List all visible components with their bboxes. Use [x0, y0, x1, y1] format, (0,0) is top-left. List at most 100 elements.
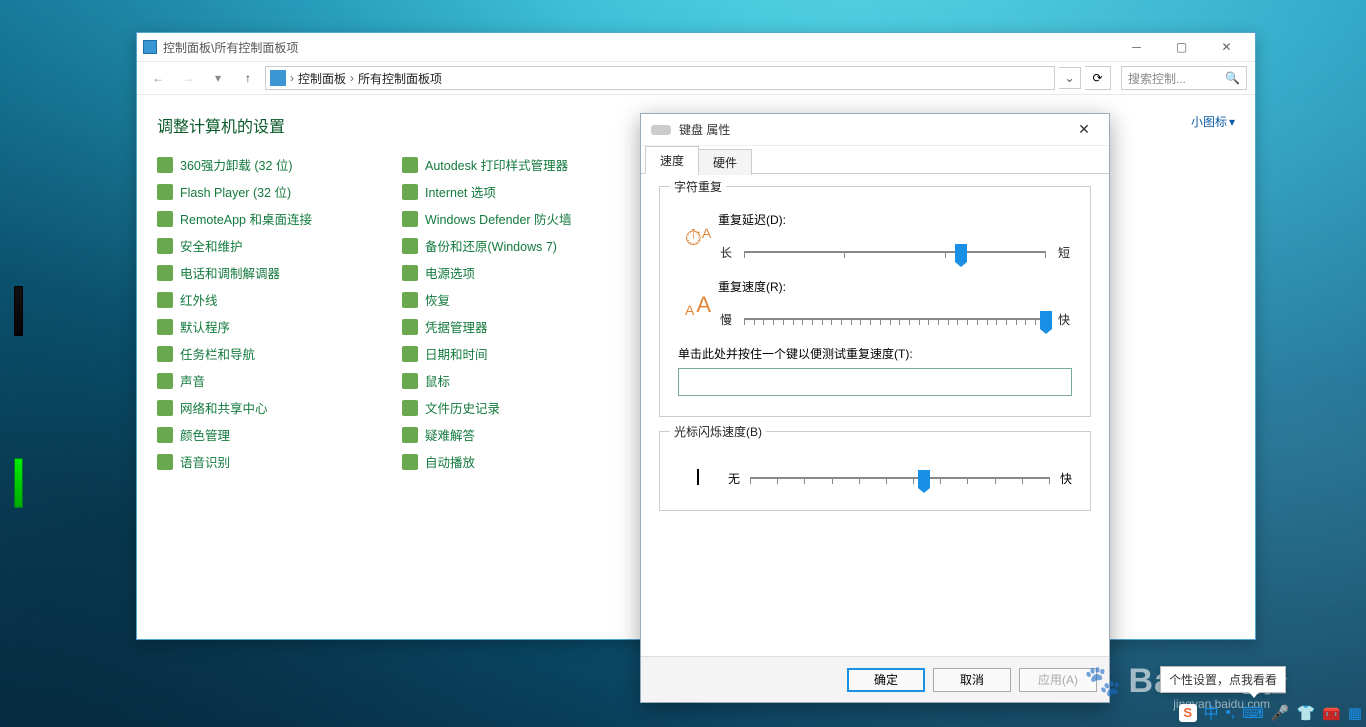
tray-keyboard-icon[interactable]: ⌨ [1242, 704, 1264, 722]
item-icon [402, 319, 418, 335]
tray-grid-icon[interactable]: ▦ [1348, 704, 1362, 722]
title-bar[interactable]: 控制面板\所有控制面板项 ─ ▢ ✕ [137, 33, 1255, 61]
refresh-button[interactable]: ⟳ [1085, 66, 1111, 90]
control-panel-item[interactable]: 默认程序 [157, 317, 312, 336]
control-panel-item[interactable]: 备份和还原(Windows 7) [402, 236, 572, 255]
slider-max-label: 快 [1060, 470, 1072, 487]
search-input[interactable]: 搜索控制... 🔍 [1121, 66, 1247, 90]
item-icon [402, 265, 418, 281]
item-label: 默认程序 [180, 317, 230, 336]
control-panel-item[interactable]: 网络和共享中心 [157, 398, 312, 417]
recent-dropdown[interactable]: ▾ [205, 65, 231, 91]
control-panel-item[interactable]: 恢复 [402, 290, 572, 309]
item-icon [157, 454, 173, 470]
slider-min-label: 无 [728, 470, 740, 487]
item-icon [402, 292, 418, 308]
cursor-blink-slider[interactable] [750, 466, 1050, 490]
item-icon [402, 373, 418, 389]
test-repeat-input[interactable] [678, 368, 1072, 396]
address-history-dropdown[interactable]: ⌄ [1059, 67, 1081, 89]
control-panel-item[interactable]: 自动播放 [402, 452, 572, 471]
ime-tooltip[interactable]: 个性设置，点我看看 [1160, 666, 1286, 693]
ok-button[interactable]: 确定 [847, 668, 925, 692]
system-tray: S 中 •, ⌨ 🎤 👕 🧰 ▦ [1179, 702, 1362, 723]
items-column-1: 360强力卸载 (32 位) Flash Player (32 位) RemoteA… [157, 155, 312, 471]
keyboard-icon [651, 125, 671, 135]
up-button[interactable]: ↑ [235, 65, 261, 91]
tray-punct-icon[interactable]: •, [1226, 704, 1235, 721]
control-panel-item[interactable]: 鼠标 [402, 371, 572, 390]
tray-mic-icon[interactable]: 🎤 [1271, 704, 1290, 722]
repeat-delay-label: 重复延迟(D): [718, 211, 1072, 228]
item-label: 自动播放 [425, 452, 475, 471]
control-panel-item[interactable]: 疑难解答 [402, 425, 572, 444]
control-panel-item[interactable]: 文件历史记录 [402, 398, 572, 417]
apply-button[interactable]: 应用(A) [1019, 668, 1097, 692]
item-icon [157, 211, 173, 227]
cancel-button[interactable]: 取消 [933, 668, 1011, 692]
slider-min-label: 慢 [718, 311, 734, 328]
control-panel-item[interactable]: 日期和时间 [402, 344, 572, 363]
item-label: 鼠标 [425, 371, 450, 390]
item-icon [402, 427, 418, 443]
item-label: Flash Player (32 位) [180, 182, 291, 201]
item-icon [157, 400, 173, 416]
tray-person-icon[interactable]: 👕 [1296, 704, 1315, 722]
ime-language-icon[interactable]: 中 [1204, 702, 1219, 723]
tab-hardware[interactable]: 硬件 [698, 149, 752, 175]
control-panel-item[interactable]: Internet 选项 [402, 182, 572, 201]
group-label: 光标闪烁速度(B) [670, 423, 766, 440]
control-panel-item[interactable]: 电话和调制解调器 [157, 263, 312, 282]
control-panel-item[interactable]: RemoteApp 和桌面连接 [157, 209, 312, 228]
control-panel-item[interactable]: 声音 [157, 371, 312, 390]
item-label: RemoteApp 和桌面连接 [180, 209, 312, 228]
window-title: 控制面板\所有控制面板项 [163, 39, 1114, 56]
item-label: Windows Defender 防火墙 [425, 209, 572, 228]
repeat-delay-slider[interactable] [744, 240, 1046, 264]
item-label: 电源选项 [425, 263, 475, 282]
search-placeholder: 搜索控制... [1128, 70, 1186, 87]
dialog-title-bar[interactable]: 键盘 属性 ✕ [641, 114, 1109, 146]
control-panel-item[interactable]: 红外线 [157, 290, 312, 309]
back-button[interactable]: ← [145, 65, 171, 91]
minimize-button[interactable]: ─ [1114, 33, 1159, 61]
control-panel-item[interactable]: Windows Defender 防火墙 [402, 209, 572, 228]
control-panel-item[interactable]: 安全和维护 [157, 236, 312, 255]
item-label: 疑难解答 [425, 425, 475, 444]
control-panel-item[interactable]: 凭据管理器 [402, 317, 572, 336]
address-bar[interactable]: › 控制面板 › 所有控制面板项 [265, 66, 1055, 90]
item-label: 任务栏和导航 [180, 344, 255, 363]
slider-max-label: 快 [1056, 311, 1072, 328]
navigation-bar: ← → ▾ ↑ › 控制面板 › 所有控制面板项 ⌄ ⟳ 搜索控制... 🔍 [137, 61, 1255, 95]
control-panel-item[interactable]: 电源选项 [402, 263, 572, 282]
tray-tools-icon[interactable]: 🧰 [1322, 704, 1341, 722]
control-panel-item[interactable]: 任务栏和导航 [157, 344, 312, 363]
tab-speed[interactable]: 速度 [645, 146, 699, 174]
dialog-close-button[interactable]: ✕ [1069, 121, 1099, 138]
close-button[interactable]: ✕ [1204, 33, 1249, 61]
control-panel-item[interactable]: Flash Player (32 位) [157, 182, 312, 201]
breadcrumb[interactable]: 控制面板 [294, 70, 350, 87]
repeat-rate-label: 重复速度(R): [718, 278, 1072, 295]
control-panel-item[interactable]: Autodesk 打印样式管理器 [402, 155, 572, 174]
item-label: 网络和共享中心 [180, 398, 268, 417]
dialog-button-row: 确定 取消 应用(A) [641, 656, 1109, 702]
breadcrumb[interactable]: 所有控制面板项 [354, 70, 446, 87]
forward-button[interactable]: → [175, 65, 201, 91]
character-repeat-group: 字符重复 ⏱A 重复延迟(D): 长 短 [659, 186, 1091, 417]
view-mode-selector[interactable]: 小图标 [1191, 113, 1235, 130]
dialog-title: 键盘 属性 [679, 121, 1069, 138]
repeat-rate-slider[interactable] [744, 307, 1046, 331]
control-panel-item[interactable]: 语音识别 [157, 452, 312, 471]
control-panel-item[interactable]: 360强力卸载 (32 位) [157, 155, 312, 174]
item-label: 恢复 [425, 290, 450, 309]
item-label: 声音 [180, 371, 205, 390]
item-label: Autodesk 打印样式管理器 [425, 155, 568, 174]
ime-indicator-icon[interactable]: S [1179, 704, 1197, 722]
control-panel-item[interactable]: 颜色管理 [157, 425, 312, 444]
cursor-blink-group: 光标闪烁速度(B) 无 快 [659, 431, 1091, 511]
item-label: 语音识别 [180, 452, 230, 471]
maximize-button[interactable]: ▢ [1159, 33, 1204, 61]
repeat-rate-icon: AA [678, 292, 718, 318]
repeat-delay-icon: ⏱A [678, 225, 718, 251]
